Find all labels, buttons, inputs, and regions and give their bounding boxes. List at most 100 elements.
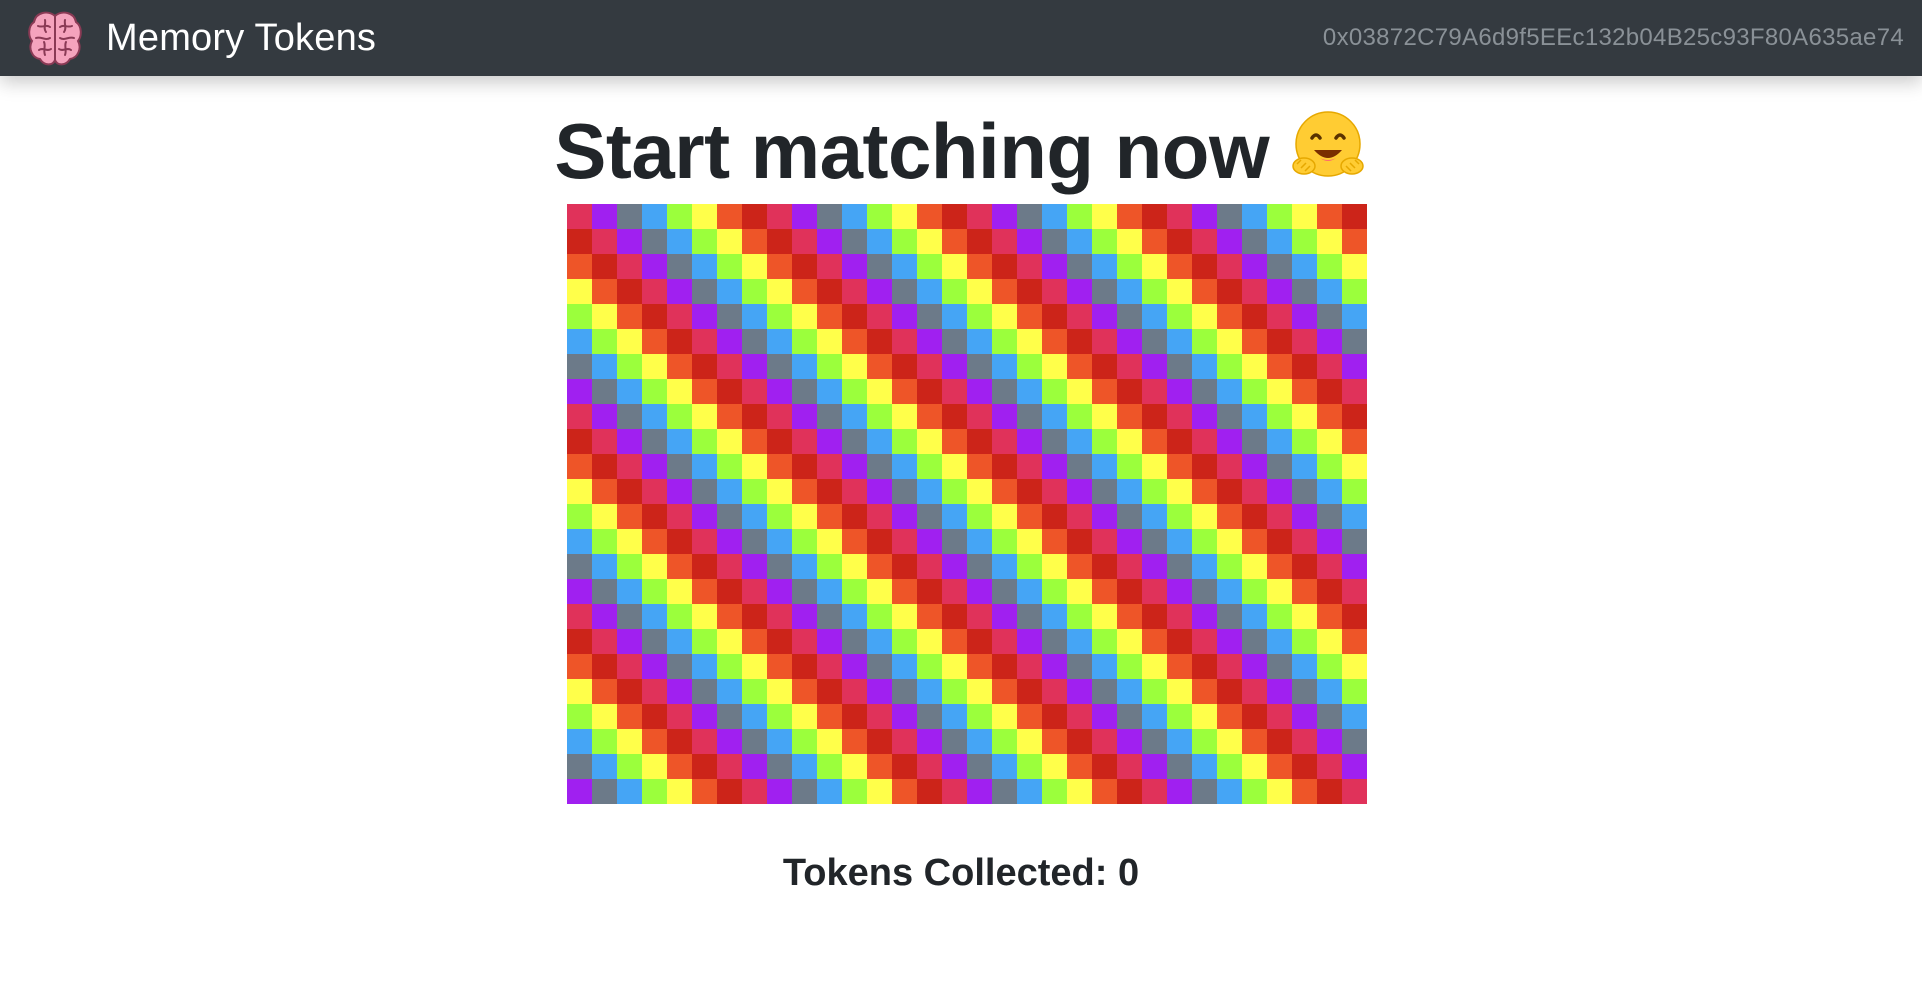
card-tile[interactable] [692,204,717,229]
card-tile[interactable] [1242,654,1267,679]
card-tile[interactable] [1342,654,1367,679]
card-tile[interactable] [1092,379,1117,404]
card-tile[interactable] [1017,604,1042,629]
card-tile[interactable] [1317,254,1342,279]
card-tile[interactable] [1042,254,1067,279]
card-tile[interactable] [1017,629,1042,654]
card-tile[interactable] [1342,604,1367,629]
card-tile[interactable] [1142,679,1167,704]
card-tile[interactable] [792,729,817,754]
card-tile[interactable] [1142,304,1167,329]
card-tile[interactable] [692,654,717,679]
card-tile[interactable] [717,579,742,604]
card-tile[interactable] [992,529,1017,554]
card-tile[interactable] [667,604,692,629]
card-tile[interactable] [742,329,767,354]
card-tile[interactable] [867,679,892,704]
card-tile[interactable] [1167,304,1192,329]
card-tile[interactable] [1017,754,1042,779]
card-tile[interactable] [592,554,617,579]
card-tile[interactable] [1192,404,1217,429]
card-tile[interactable] [1042,704,1067,729]
card-tile[interactable] [667,579,692,604]
card-tile[interactable] [892,579,917,604]
card-tile[interactable] [1167,629,1192,654]
card-tile[interactable] [642,254,667,279]
card-tile[interactable] [767,604,792,629]
card-tile[interactable] [892,554,917,579]
card-tile[interactable] [1142,654,1167,679]
card-tile[interactable] [1217,754,1242,779]
card-tile[interactable] [917,679,942,704]
card-tile[interactable] [1342,629,1367,654]
card-tile[interactable] [1217,354,1242,379]
card-tile[interactable] [867,304,892,329]
card-tile[interactable] [1217,654,1242,679]
card-tile[interactable] [1067,329,1092,354]
card-tile[interactable] [667,554,692,579]
card-tile[interactable] [917,504,942,529]
card-tile[interactable] [917,329,942,354]
card-tile[interactable] [942,304,967,329]
card-tile[interactable] [1067,779,1092,804]
card-tile[interactable] [1142,204,1167,229]
card-tile[interactable] [592,779,617,804]
card-tile[interactable] [1217,454,1242,479]
card-tile[interactable] [617,704,642,729]
card-tile[interactable] [617,329,642,354]
card-tile[interactable] [842,529,867,554]
card-tile[interactable] [992,454,1017,479]
card-tile[interactable] [567,554,592,579]
card-tile[interactable] [867,204,892,229]
card-tile[interactable] [942,604,967,629]
card-tile[interactable] [1267,254,1292,279]
card-tile[interactable] [992,304,1017,329]
card-tile[interactable] [967,329,992,354]
card-tile[interactable] [817,629,842,654]
card-tile[interactable] [1092,204,1117,229]
card-tile[interactable] [617,229,642,254]
card-tile[interactable] [1017,279,1042,304]
card-tile[interactable] [767,479,792,504]
card-tile[interactable] [842,229,867,254]
card-tile[interactable] [717,404,742,429]
card-tile[interactable] [892,629,917,654]
card-tile[interactable] [792,329,817,354]
card-tile[interactable] [917,729,942,754]
card-tile[interactable] [1192,254,1217,279]
card-tile[interactable] [667,479,692,504]
card-tile[interactable] [1042,554,1067,579]
card-tile[interactable] [1267,379,1292,404]
card-tile[interactable] [1242,304,1267,329]
card-tile[interactable] [617,754,642,779]
card-tile[interactable] [1117,704,1142,729]
card-tile[interactable] [967,454,992,479]
card-tile[interactable] [592,379,617,404]
card-tile[interactable] [592,229,617,254]
card-tile[interactable] [842,479,867,504]
card-tile[interactable] [592,679,617,704]
card-tile[interactable] [917,654,942,679]
card-tile[interactable] [967,704,992,729]
card-tile[interactable] [792,454,817,479]
card-tile[interactable] [1117,329,1142,354]
card-tile[interactable] [1067,629,1092,654]
card-tile[interactable] [692,404,717,429]
card-tile[interactable] [717,754,742,779]
card-tile[interactable] [817,654,842,679]
card-tile[interactable] [642,629,667,654]
card-tile[interactable] [1042,504,1067,529]
card-tile[interactable] [892,729,917,754]
card-tile[interactable] [1192,379,1217,404]
card-tile[interactable] [792,754,817,779]
card-tile[interactable] [942,754,967,779]
card-tile[interactable] [667,254,692,279]
card-tile[interactable] [1092,454,1117,479]
card-tile[interactable] [1242,354,1267,379]
card-tile[interactable] [692,604,717,629]
card-tile[interactable] [667,354,692,379]
card-tile[interactable] [1342,679,1367,704]
card-tile[interactable] [1042,479,1067,504]
card-tile[interactable] [617,629,642,654]
card-tile[interactable] [1242,779,1267,804]
